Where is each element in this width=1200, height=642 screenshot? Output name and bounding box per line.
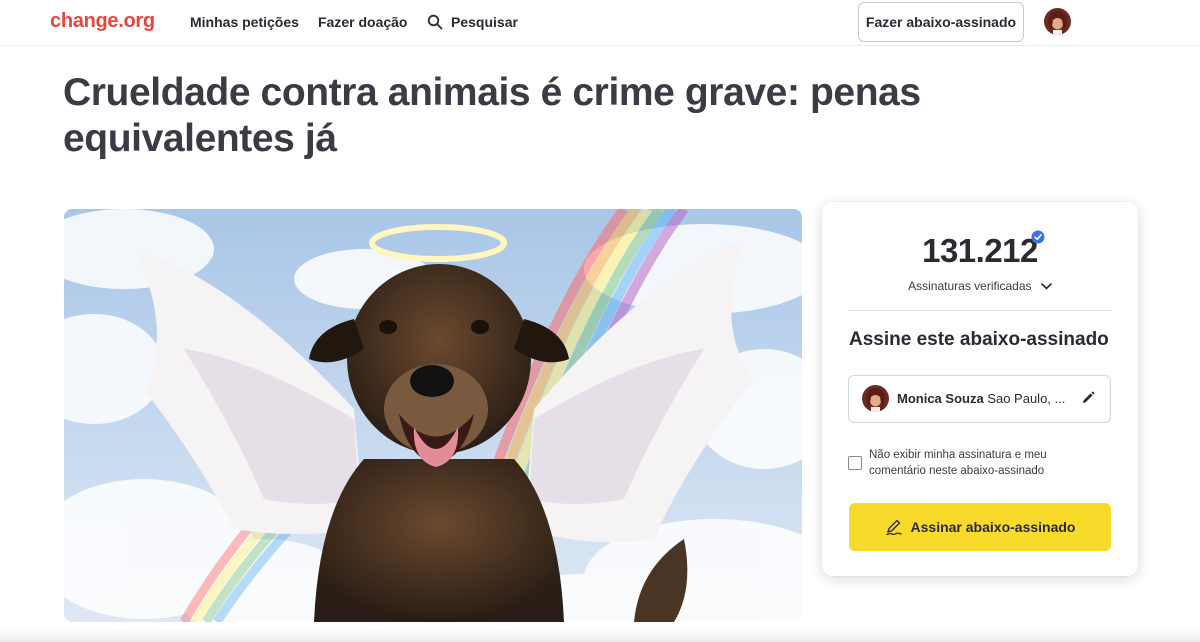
verified-signatures-toggle[interactable]: Assinaturas verificadas [822,279,1138,293]
signature-count: 131.212 [922,232,1038,269]
start-petition-button[interactable]: Fazer abaixo-assinado [858,2,1024,42]
chevron-down-icon [1041,283,1052,290]
verified-signatures-label: Assinaturas verificadas [908,279,1032,293]
signature-icon [885,519,902,536]
petition-title: Crueldade contra animais é crime grave: … [63,71,921,160]
signer-avatar [862,385,889,412]
sign-button-label: Assinar abaixo-assinado [910,519,1076,535]
nav-donate[interactable]: Fazer doação [318,14,407,30]
signature-card: 131.212 Assinaturas verificadas Assine e… [822,202,1138,576]
signer-info-field[interactable]: Monica Souza Sao Paulo, ... [848,375,1111,423]
nav-search[interactable]: Pesquisar [427,14,518,30]
bottom-shade [0,628,1200,642]
nav-search-label: Pesquisar [451,14,518,30]
change-org-logo[interactable]: change.org [50,10,155,33]
sign-petition-button[interactable]: Assinar abaixo-assinado [849,503,1111,551]
signer-name: Monica Souza [897,391,984,406]
hide-signature-label: Não exibir minha assinatura e meu coment… [869,449,1047,477]
user-avatar[interactable] [1044,8,1071,35]
verified-icon [1031,230,1045,244]
petition-image [64,209,802,622]
nav-my-petitions[interactable]: Minhas petições [190,14,299,30]
sign-heading: Assine este abaixo-assinado [849,329,1109,350]
signer-text: Monica Souza Sao Paulo, ... [897,391,1069,406]
pencil-icon[interactable] [1081,391,1095,405]
card-divider [848,310,1112,311]
search-icon [427,14,443,30]
top-navigation-bar: change.org Minhas petições Fazer doação … [0,0,1200,46]
hide-signature-checkbox[interactable] [848,456,862,470]
signer-location: Sao Paulo, ... [987,391,1066,406]
